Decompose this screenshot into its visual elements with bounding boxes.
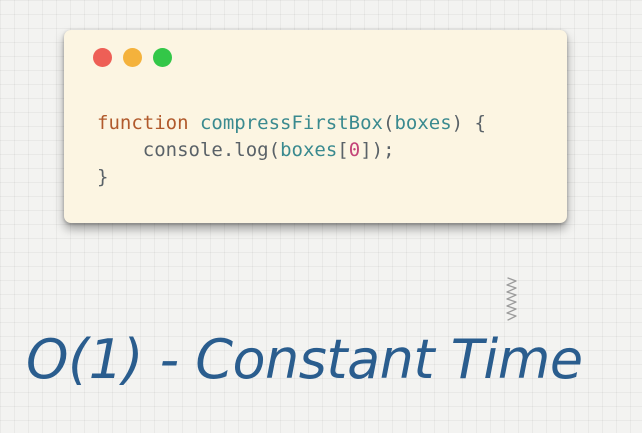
bracket-close: ] (360, 139, 372, 161)
bracket-open: [ (337, 139, 349, 161)
dot: . (222, 139, 235, 161)
open-paren: ( (268, 139, 281, 161)
big-o-caption: O(1) - Constant Time (26, 328, 583, 391)
minimize-window-button[interactable] (123, 48, 142, 67)
code-block: function compressFirstBox(boxes) { conso… (97, 110, 486, 191)
function-name: compressFirstBox (199, 112, 383, 134)
code-line-3: } (97, 164, 486, 191)
console-object: console (142, 139, 223, 161)
keyword-function: function (97, 112, 189, 134)
squiggle-mark (506, 277, 517, 321)
close-paren-semicolon: ); (371, 139, 395, 161)
close-window-button[interactable] (93, 48, 112, 67)
code-line-2: console.log(boxes[0]); (97, 137, 486, 164)
boxes-argument: boxes (280, 139, 338, 161)
code-window: function compressFirstBox(boxes) { conso… (64, 30, 567, 223)
index-number: 0 (348, 139, 361, 161)
parameter-name: boxes (394, 112, 452, 134)
log-method: log (234, 139, 269, 161)
close-paren-brace: ) { (451, 112, 486, 134)
closing-brace: } (97, 166, 109, 188)
open-paren: ( (383, 112, 395, 134)
code-line-1: function compressFirstBox(boxes) { (97, 110, 486, 137)
maximize-window-button[interactable] (153, 48, 172, 67)
window-controls (93, 48, 172, 67)
